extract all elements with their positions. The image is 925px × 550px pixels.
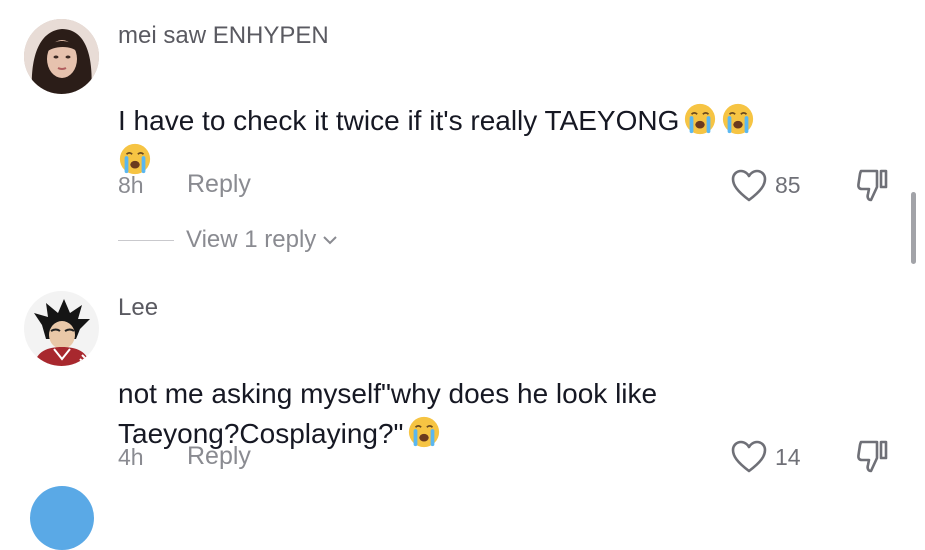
loudly-crying-face-icon: [407, 415, 441, 449]
avatar[interactable]: [24, 291, 99, 366]
avatar[interactable]: [30, 486, 94, 550]
comment-username[interactable]: Lee: [118, 294, 158, 322]
comment-text: not me asking myself"why does he look li…: [118, 334, 878, 454]
heart-icon[interactable]: [731, 440, 767, 474]
like-count: 14: [775, 444, 801, 470]
dislike-icon[interactable]: [855, 438, 889, 474]
comment-text-line: not me asking myself"why does he look li…: [118, 378, 658, 409]
scrollbar[interactable]: [911, 192, 916, 264]
reply-button[interactable]: Reply: [187, 442, 251, 471]
comment-item: Lee not me asking myself"why does he loo…: [0, 0, 925, 493]
comment-timestamp: 4h: [118, 444, 144, 470]
comment-text-line: Taeyong?Cosplaying?": [118, 418, 404, 449]
